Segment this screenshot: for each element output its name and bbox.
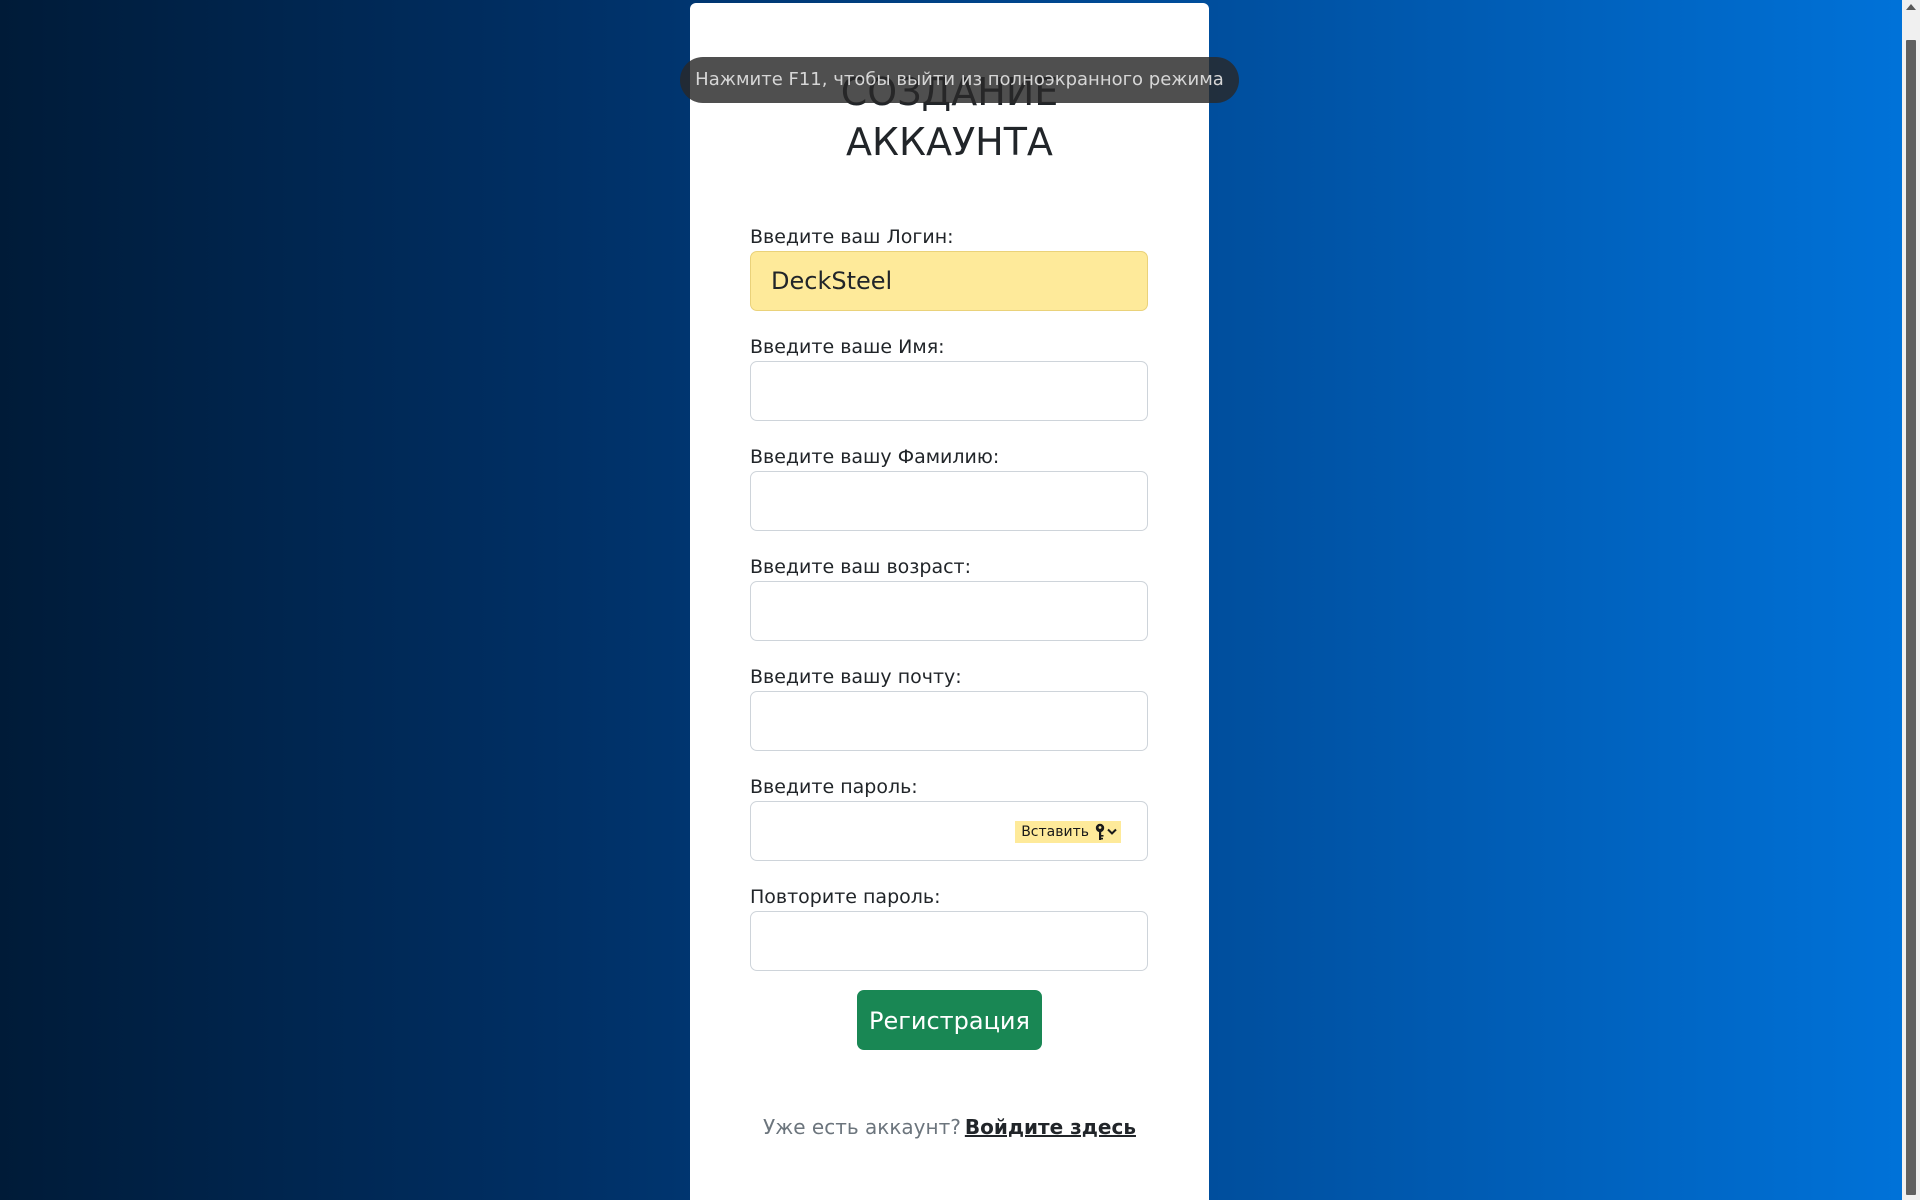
login-input[interactable]: DeckSteel bbox=[750, 251, 1148, 311]
confirm-password-label: Повторите пароль: bbox=[750, 886, 941, 908]
email-field-group: Введите вашу почту: bbox=[750, 665, 1148, 775]
password-label: Введите пароль: bbox=[750, 776, 918, 798]
email-input[interactable] bbox=[750, 691, 1148, 751]
scrollbar-thumb[interactable] bbox=[1906, 40, 1916, 1195]
have-account-text: Уже есть аккаунт? bbox=[763, 1115, 961, 1139]
last-name-input[interactable] bbox=[750, 471, 1148, 531]
last-name-label: Введите вашу Фамилию: bbox=[750, 446, 1000, 468]
email-label: Введите вашу почту: bbox=[750, 666, 962, 688]
chevron-down-icon bbox=[1107, 828, 1117, 836]
age-field-group: Введите ваш возраст: bbox=[750, 555, 1148, 665]
submit-wrapper: Регистрация bbox=[690, 990, 1209, 1050]
password-input[interactable]: Вставить bbox=[750, 801, 1148, 861]
age-input[interactable] bbox=[750, 581, 1148, 641]
scroll-up-arrow-icon[interactable] bbox=[1906, 4, 1916, 10]
first-name-input[interactable] bbox=[750, 361, 1148, 421]
login-label: Введите ваш Логин: bbox=[750, 226, 954, 248]
page-scrollbar[interactable] bbox=[1902, 0, 1920, 1200]
login-field-group: Введите ваш Логин: DeckSteel bbox=[750, 225, 1148, 335]
title-line-2: АККАУНТА bbox=[846, 120, 1053, 164]
first-name-field-group: Введите ваше Имя: bbox=[750, 335, 1148, 445]
paste-label: Вставить bbox=[1021, 824, 1089, 840]
registration-card: СОЗДАНИЕ АККАУНТА Введите ваш Логин: Dec… bbox=[690, 3, 1209, 1200]
confirm-password-input[interactable] bbox=[750, 911, 1148, 971]
register-button[interactable]: Регистрация bbox=[857, 990, 1042, 1050]
fullscreen-notice: Нажмите F11, чтобы выйти из полноэкранно… bbox=[680, 57, 1239, 103]
password-field-group: Введите пароль: Вставить bbox=[750, 775, 1148, 885]
last-name-field-group: Введите вашу Фамилию: bbox=[750, 445, 1148, 555]
confirm-password-field-group: Повторите пароль: bbox=[750, 885, 1148, 995]
login-value: DeckSteel bbox=[771, 267, 893, 295]
password-paste-button[interactable]: Вставить bbox=[1015, 821, 1121, 843]
first-name-label: Введите ваше Имя: bbox=[750, 336, 945, 358]
registration-form: Введите ваш Логин: DeckSteel Введите ваш… bbox=[750, 225, 1148, 995]
login-link[interactable]: Войдите здесь bbox=[965, 1115, 1136, 1139]
key-icon bbox=[1094, 823, 1106, 841]
login-prompt: Уже есть аккаунт? Войдите здесь bbox=[690, 1115, 1209, 1139]
age-label: Введите ваш возраст: bbox=[750, 556, 972, 578]
